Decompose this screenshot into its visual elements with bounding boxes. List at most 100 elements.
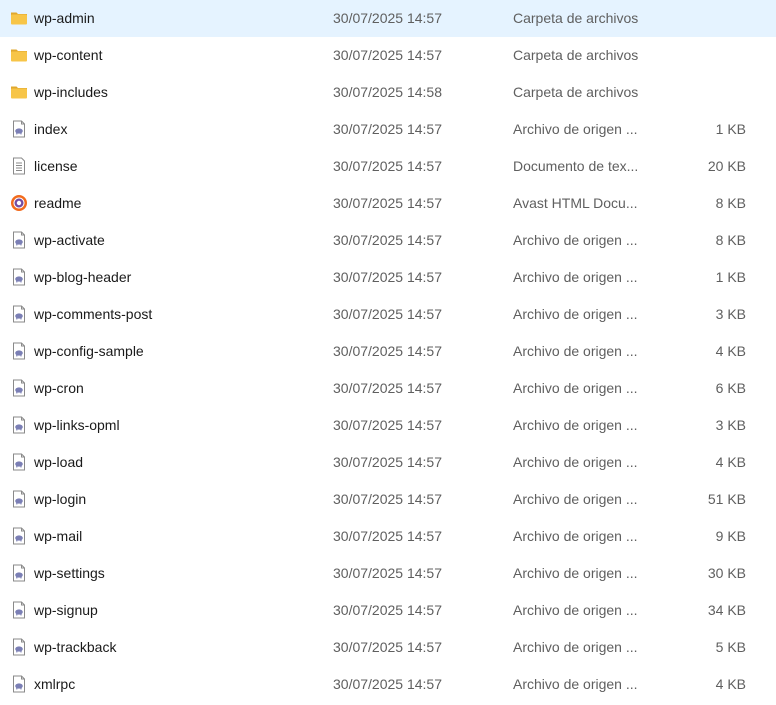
file-name: wp-config-sample	[34, 343, 144, 359]
file-name: wp-content	[34, 47, 103, 63]
file-row[interactable]: xmlrpc 30/07/2025 14:57 Archivo de origen …	[0, 666, 776, 703]
file-row[interactable]: wp-blog-header 30/07/2025 14:57 Archivo de…	[0, 259, 776, 296]
file-name: wp-comments-post	[34, 306, 153, 322]
file-date-modified: 30/07/2025 14:57	[333, 491, 442, 507]
file-date-modified: 30/07/2025 14:57	[333, 306, 442, 322]
file-type: Carpeta de archivos	[513, 47, 639, 63]
file-row[interactable]: wp-includes 30/07/2025 14:58 Carpeta de ar…	[0, 74, 776, 111]
file-date-modified: 30/07/2025 14:57	[333, 639, 442, 655]
file-size: 8 KB	[715, 232, 746, 248]
php-file-icon	[10, 342, 28, 360]
file-type: Archivo de origen ...	[513, 491, 638, 507]
php-file-icon	[10, 120, 28, 138]
file-type: Archivo de origen ...	[513, 602, 638, 618]
file-row[interactable]: wp-load 30/07/2025 14:57 Archivo de origen…	[0, 444, 776, 481]
file-row[interactable]: license 30/07/2025 14:57 Documento de tex.…	[0, 148, 776, 185]
file-size: 1 KB	[715, 269, 746, 285]
php-file-icon	[10, 490, 28, 508]
file-date-modified: 30/07/2025 14:58	[333, 84, 442, 100]
file-row[interactable]: wp-links-opml 30/07/2025 14:57 Archivo de …	[0, 407, 776, 444]
file-type: Archivo de origen ...	[513, 232, 638, 248]
file-name: wp-blog-header	[34, 269, 132, 285]
file-name: wp-settings	[34, 565, 105, 581]
file-date-modified: 30/07/2025 14:57	[333, 47, 442, 63]
php-file-icon	[10, 416, 28, 434]
file-type: Documento de tex...	[513, 158, 639, 174]
file-date-modified: 30/07/2025 14:57	[333, 602, 442, 618]
file-type: Archivo de origen ...	[513, 121, 638, 137]
file-type: Archivo de origen ...	[513, 380, 638, 396]
file-name: wp-signup	[34, 602, 98, 618]
file-size: 9 KB	[715, 528, 746, 544]
file-type: Archivo de origen ...	[513, 676, 638, 692]
file-row[interactable]: wp-trackback 30/07/2025 14:57 Archivo de o…	[0, 629, 776, 666]
file-size: 4 KB	[715, 343, 746, 359]
php-file-icon	[10, 675, 28, 693]
folder-icon	[10, 9, 28, 27]
file-size: 20 KB	[707, 158, 746, 174]
file-row[interactable]: wp-mail 30/07/2025 14:57 Archivo de origen…	[0, 518, 776, 555]
file-type: Archivo de origen ...	[513, 454, 638, 470]
file-size: 4 KB	[715, 676, 746, 692]
file-name: readme	[34, 195, 82, 211]
file-type: Carpeta de archivos	[513, 10, 639, 26]
file-type: Carpeta de archivos	[513, 84, 639, 100]
php-file-icon	[10, 268, 28, 286]
php-file-icon	[10, 564, 28, 582]
file-size: 3 KB	[715, 306, 746, 322]
file-type: Archivo de origen ...	[513, 306, 638, 322]
php-file-icon	[10, 453, 28, 471]
file-size: 34 KB	[707, 602, 746, 618]
file-size: 4 KB	[715, 454, 746, 470]
file-type: Archivo de origen ...	[513, 528, 638, 544]
php-file-icon	[10, 305, 28, 323]
file-date-modified: 30/07/2025 14:57	[333, 10, 442, 26]
file-row[interactable]: wp-activate 30/07/2025 14:57 Archivo de or…	[0, 222, 776, 259]
file-type: Avast HTML Docu...	[513, 195, 638, 211]
file-date-modified: 30/07/2025 14:57	[333, 454, 442, 470]
file-row[interactable]: wp-admin 30/07/2025 14:57 Carpeta de archi…	[0, 0, 776, 37]
php-file-icon	[10, 231, 28, 249]
file-date-modified: 30/07/2025 14:57	[333, 158, 442, 174]
php-file-icon	[10, 601, 28, 619]
file-date-modified: 30/07/2025 14:57	[333, 232, 442, 248]
file-type: Archivo de origen ...	[513, 343, 638, 359]
file-row[interactable]: wp-comments-post 30/07/2025 14:57 Archivo …	[0, 296, 776, 333]
file-size: 5 KB	[715, 639, 746, 655]
file-name: wp-activate	[34, 232, 105, 248]
file-row[interactable]: wp-content 30/07/2025 14:57 Carpeta de arc…	[0, 37, 776, 74]
file-date-modified: 30/07/2025 14:57	[333, 676, 442, 692]
file-size: 1 KB	[715, 121, 746, 137]
file-type: Archivo de origen ...	[513, 565, 638, 581]
file-date-modified: 30/07/2025 14:57	[333, 565, 442, 581]
file-date-modified: 30/07/2025 14:57	[333, 195, 442, 211]
file-name: xmlrpc	[34, 676, 76, 692]
file-row[interactable]: readme 30/07/2025 14:57 Avast HTML Docu...…	[0, 185, 776, 222]
file-name: wp-trackback	[34, 639, 117, 655]
file-row[interactable]: wp-config-sample 30/07/2025 14:57 Archivo …	[0, 333, 776, 370]
file-name: wp-login	[34, 491, 87, 507]
file-date-modified: 30/07/2025 14:57	[333, 417, 442, 433]
file-list: wp-admin 30/07/2025 14:57 Carpeta de archi…	[0, 0, 776, 703]
file-row[interactable]: wp-cron 30/07/2025 14:57 Archivo de origen…	[0, 370, 776, 407]
folder-icon	[10, 46, 28, 64]
file-size: 6 KB	[715, 380, 746, 396]
file-row[interactable]: index 30/07/2025 14:57 Archivo de origen .…	[0, 111, 776, 148]
file-name: license	[34, 158, 78, 174]
file-name: wp-includes	[34, 84, 108, 100]
file-type: Archivo de origen ...	[513, 639, 638, 655]
file-row[interactable]: wp-login 30/07/2025 14:57 Archivo de orige…	[0, 481, 776, 518]
php-file-icon	[10, 527, 28, 545]
file-date-modified: 30/07/2025 14:57	[333, 528, 442, 544]
text-file-icon	[10, 157, 28, 175]
file-name: wp-admin	[34, 10, 95, 26]
php-file-icon	[10, 638, 28, 656]
file-date-modified: 30/07/2025 14:57	[333, 380, 442, 396]
file-name: wp-cron	[34, 380, 84, 396]
file-size: 8 KB	[715, 195, 746, 211]
php-file-icon	[10, 379, 28, 397]
file-row[interactable]: wp-settings 30/07/2025 14:57 Archivo de or…	[0, 555, 776, 592]
file-row[interactable]: wp-signup 30/07/2025 14:57 Archivo de orig…	[0, 592, 776, 629]
file-name: index	[34, 121, 68, 137]
file-size: 3 KB	[715, 417, 746, 433]
